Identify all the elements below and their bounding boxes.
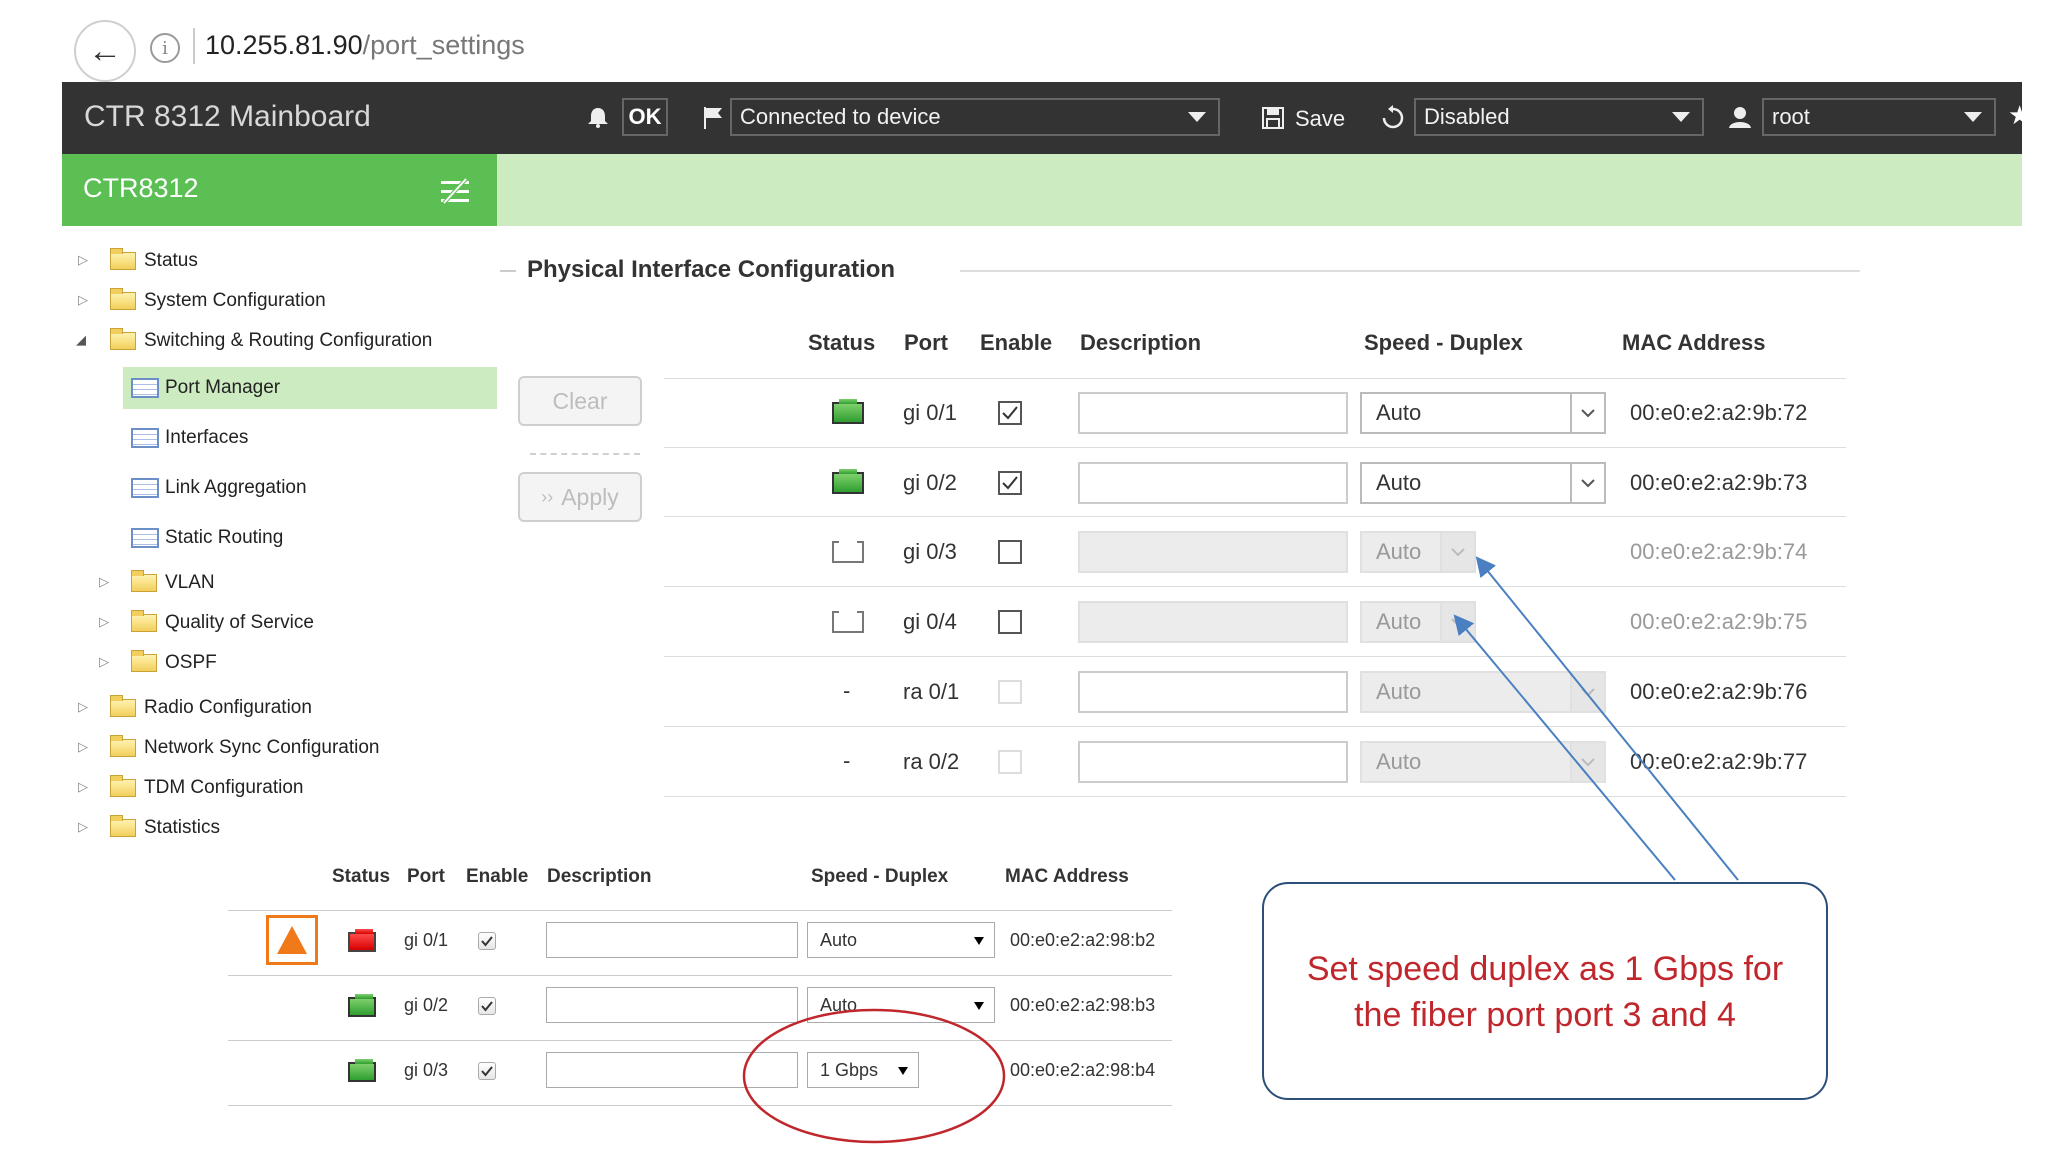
annotation-arrow [1475,556,1739,881]
annotation-overlay [742,556,1739,1144]
highlight-ellipse [742,1008,1006,1144]
annotation-arrow [1453,614,1676,881]
